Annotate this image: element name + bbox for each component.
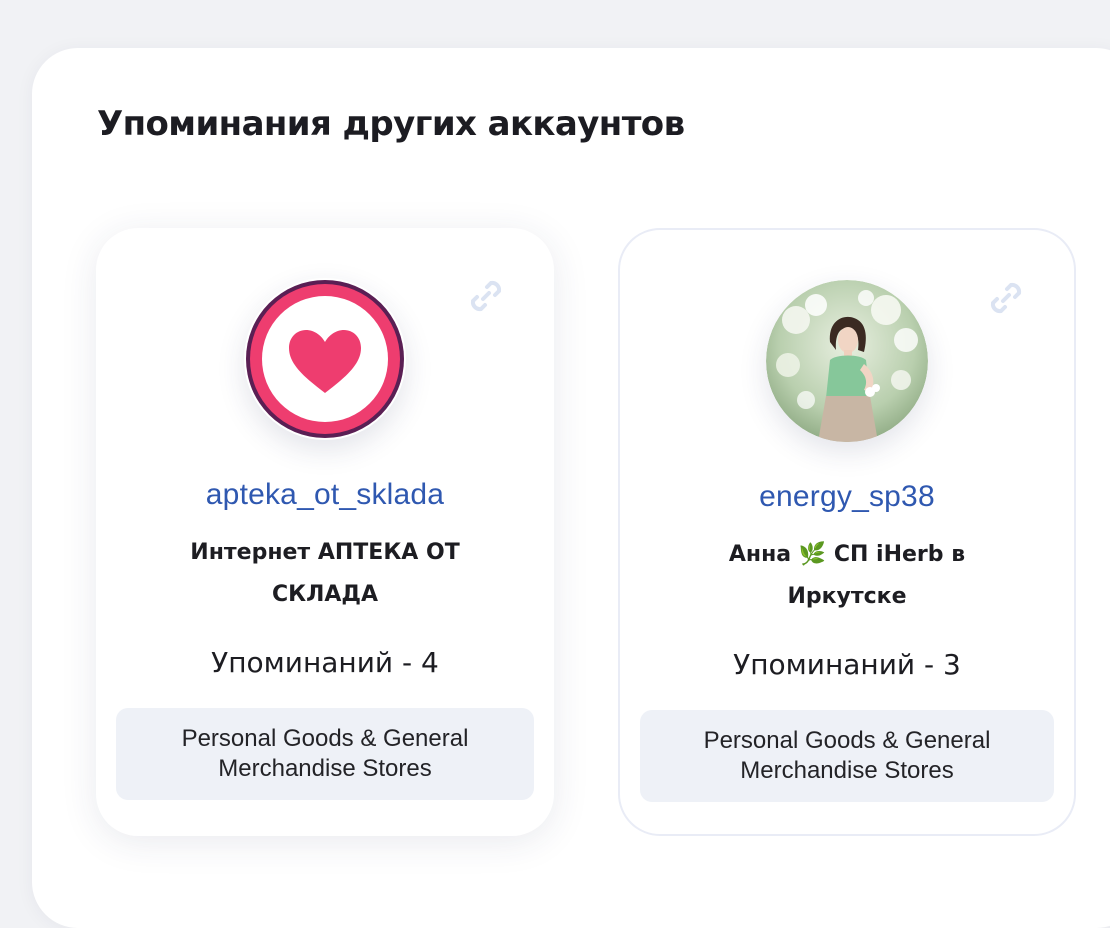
avatar[interactable]: [766, 280, 928, 442]
account-full-name: Интернет АПТЕКА ОТ СКЛАДА: [190, 540, 460, 607]
mentions-count: Упоминаний - 4: [211, 646, 439, 679]
heart-logo-icon: [244, 278, 406, 440]
link-icon[interactable]: [464, 274, 508, 318]
link-icon[interactable]: [984, 276, 1028, 320]
username-link[interactable]: apteka_ot_sklada: [96, 478, 554, 512]
account-card[interactable]: energy_sp38 Анна 🌿 СП iHerb в Иркутске У…: [618, 228, 1076, 836]
avatar[interactable]: [244, 278, 406, 440]
profile-photo: [766, 280, 928, 442]
mentions-count: Упоминаний - 3: [733, 648, 961, 681]
account-card[interactable]: apteka_ot_sklada Интернет АПТЕКА ОТ СКЛА…: [96, 228, 554, 836]
account-full-name: Анна 🌿 СП iHerb в Иркутске: [728, 542, 966, 609]
category-badge: Personal Goods & General Merchandise Sto…: [116, 708, 534, 800]
username-link[interactable]: energy_sp38: [620, 480, 1074, 514]
category-badge: Personal Goods & General Merchandise Sto…: [640, 710, 1054, 802]
section-title: Упоминания других аккаунтов: [97, 104, 685, 144]
